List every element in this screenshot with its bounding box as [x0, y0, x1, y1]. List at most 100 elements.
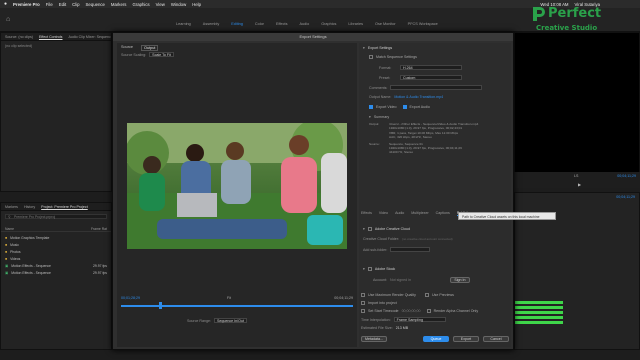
audio-clip[interactable]	[515, 306, 563, 309]
menu-sequence[interactable]: Sequence	[86, 2, 105, 7]
workspace-tab-libraries[interactable]: Libraries	[342, 22, 369, 26]
menu-window[interactable]: Window	[171, 2, 186, 7]
export-settings-header[interactable]: ▾ Export Settings	[363, 46, 392, 50]
summary-title: Summary	[373, 115, 390, 119]
project-search-input[interactable]: ⚲ Premiere Pro Project.prproj	[5, 214, 107, 219]
header-name[interactable]: Name	[5, 227, 14, 231]
tab-project[interactable]: Project: Premiere Pro Project	[41, 205, 88, 209]
match-sequence-checkbox[interactable]	[369, 55, 373, 59]
program-timecode[interactable]: 00;04;11;29	[617, 174, 636, 178]
no-clip-status: (no clip selected)	[5, 44, 33, 48]
audio-clip[interactable]	[515, 311, 563, 314]
tab-audio[interactable]: Audio	[395, 211, 404, 216]
start-timecode-value[interactable]: 00;00;00;00	[402, 309, 421, 313]
import-project-label: Import into project	[368, 301, 397, 305]
comments-input[interactable]	[390, 85, 483, 90]
list-item[interactable]: ■ Photos	[5, 248, 107, 255]
render-alpha-checkbox[interactable]	[426, 309, 431, 313]
tab-multiplexer[interactable]: Multiplexer	[411, 211, 428, 216]
time-interp-select[interactable]: Frame Sampling	[393, 317, 446, 322]
audio-clip[interactable]	[515, 321, 563, 324]
sign-in-button[interactable]: Sign In	[449, 277, 470, 283]
menu-edit[interactable]: Edit	[59, 2, 66, 7]
workspace-tab-editing[interactable]: Editing	[225, 22, 249, 26]
source-scaling-label: Source Scaling:	[121, 52, 147, 57]
cc-subfolder-input[interactable]	[390, 247, 431, 252]
metadata-button[interactable]: Metadata...	[361, 336, 387, 342]
tab-markers[interactable]: Markers	[5, 205, 18, 209]
stock-account-row: Account: Not signed in Sign In	[373, 277, 470, 283]
cancel-button[interactable]: Cancel	[483, 336, 509, 342]
export-video-checkbox[interactable]	[369, 105, 373, 109]
workspace-tab-learning[interactable]: Learning	[170, 22, 197, 26]
import-project-checkbox[interactable]	[361, 301, 365, 305]
export-audio-checkbox[interactable]	[402, 105, 407, 109]
home-icon[interactable]: ⌂	[6, 16, 14, 24]
header-frame-rate[interactable]: Frame Rat	[91, 227, 107, 231]
list-item[interactable]: ■ Videos	[5, 255, 107, 262]
use-previews-checkbox[interactable]	[424, 293, 429, 297]
comments-row: Comments:	[369, 85, 483, 90]
menu-markers[interactable]: Markers	[111, 2, 127, 7]
menu-clip[interactable]: Clip	[72, 2, 79, 7]
tab-output-preview[interactable]: Output	[141, 45, 159, 51]
cc-subfolder-label: Add sub-folder:	[363, 247, 388, 252]
workspace-tab-graphics[interactable]: Graphics	[315, 22, 342, 26]
timeline-timecode[interactable]: 00;04;11;29	[616, 195, 635, 199]
menu-help[interactable]: Help	[192, 2, 201, 7]
tab-source-preview[interactable]: Source	[121, 45, 133, 51]
workspace-tab-effects[interactable]: Effects	[270, 22, 294, 26]
tab-history[interactable]: History	[24, 205, 35, 209]
list-item[interactable]: ▣ Motion Effects - Sequence 29.97 fps	[5, 262, 107, 269]
summary-header[interactable]: ▾ Summary	[369, 115, 389, 119]
menu-view[interactable]: View	[156, 2, 165, 7]
audio-clip[interactable]	[515, 301, 563, 304]
output-name-link[interactable]: Motion & Audio Transition.mp4	[394, 95, 443, 99]
preview-pane: Source Output Source Scaling: Scale To F…	[117, 43, 357, 347]
app-name-menu[interactable]: Premiere Pro	[13, 2, 40, 7]
in-timecode[interactable]: 00;01;28;29	[121, 296, 140, 300]
source-range-select[interactable]: Sequence In/Out	[213, 318, 247, 323]
apple-icon[interactable]: ●	[4, 1, 7, 7]
fit-select[interactable]: Fit	[227, 296, 231, 300]
queue-button[interactable]: Queue	[423, 336, 449, 342]
channel-label[interactable]: LS	[574, 174, 578, 178]
tab-video[interactable]: Video	[379, 211, 388, 216]
format-select[interactable]: H.264	[400, 65, 462, 70]
folder-icon: ■	[5, 249, 8, 254]
list-item[interactable]: ▣ Motion Effects - Sequence 29.97 fps	[5, 269, 107, 276]
workspace-tab-assembly[interactable]: Assembly	[197, 22, 225, 26]
summary-source-label: Source:	[369, 141, 380, 146]
tab-effects[interactable]: Effects	[361, 211, 372, 216]
creative-cloud-checkbox[interactable]	[367, 227, 372, 231]
expand-icon[interactable]: ▾	[363, 267, 365, 271]
list-item[interactable]: ■ Motion Graphics Template	[5, 234, 107, 241]
workspace-tab-audio[interactable]: Audio	[294, 22, 316, 26]
project-list: ■ Motion Graphics Template ■ Music ■ Photos…	[1, 232, 111, 278]
list-item[interactable]: ■ Music	[5, 241, 107, 248]
playhead-handle[interactable]	[159, 302, 162, 309]
menu-graphics[interactable]: Graphics	[132, 2, 149, 7]
workspace-tab-color[interactable]: Color	[249, 22, 270, 26]
preset-select[interactable]: Custom	[400, 75, 462, 80]
expand-icon[interactable]: ▾	[363, 227, 365, 231]
source-scaling-select[interactable]: Scale To Fit	[149, 52, 174, 57]
tab-effect-controls[interactable]: Effect Controls	[39, 35, 63, 39]
play-icon[interactable]: ▶	[578, 182, 581, 187]
menu-file[interactable]: File	[46, 2, 53, 7]
export-button[interactable]: Export	[453, 336, 479, 342]
max-render-checkbox[interactable]	[361, 293, 365, 297]
tab-source[interactable]: Source: (no clips)	[5, 35, 33, 39]
out-timecode[interactable]: 00;04;11;29	[334, 296, 353, 300]
stock-account-value: Not signed in	[389, 278, 411, 282]
adobe-stock-checkbox[interactable]	[367, 267, 372, 271]
preview-scrub-bar[interactable]	[121, 302, 353, 309]
start-timecode-checkbox[interactable]	[361, 309, 365, 313]
creative-cloud-label: Adobe Creative Cloud	[374, 227, 410, 231]
audio-clip[interactable]	[515, 316, 563, 319]
tab-audio-clip-mixer[interactable]: Audio Clip Mixer: Sequenc	[68, 35, 110, 39]
workspace-tab-pfcs[interactable]: PFCS Workspace	[402, 22, 444, 26]
workspace-tab-ose-monitor[interactable]: Ose Monitor	[369, 22, 402, 26]
collapse-icon: ▾	[363, 46, 365, 50]
tab-captions[interactable]: Captions	[436, 211, 450, 216]
